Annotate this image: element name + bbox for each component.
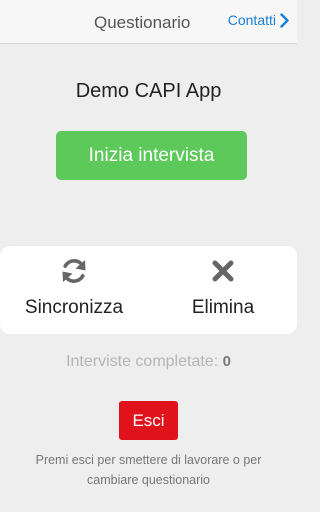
- nav-title: Questionario: [94, 13, 191, 32]
- chevron-right-icon: [280, 12, 289, 28]
- completed-count: 0: [222, 353, 231, 370]
- exit-button[interactable]: Esci: [119, 401, 178, 440]
- sync-icon: [59, 256, 89, 286]
- exit-hint: Premi esci per smettere di lavorare o pe…: [35, 453, 262, 487]
- completed-label: Interviste completate:: [66, 353, 219, 370]
- navbar: Questionario Contatti: [0, 0, 297, 44]
- sync-button[interactable]: Sincronizza: [14, 246, 134, 334]
- delete-label: Elimina: [191, 297, 255, 318]
- delete-button[interactable]: Elimina: [163, 246, 283, 334]
- completed-interviews: Interviste completate: 0: [0, 353, 297, 371]
- close-icon: [210, 256, 236, 286]
- app-title: Demo CAPI App: [75, 80, 222, 102]
- sync-label: Sincronizza: [24, 297, 124, 318]
- contacts-label: Contatti: [227, 12, 276, 28]
- contacts-button[interactable]: Contatti: [228, 12, 289, 28]
- start-interview-button[interactable]: Inizia intervista: [56, 131, 247, 180]
- actions-card: Sincronizza Elimina: [0, 246, 297, 334]
